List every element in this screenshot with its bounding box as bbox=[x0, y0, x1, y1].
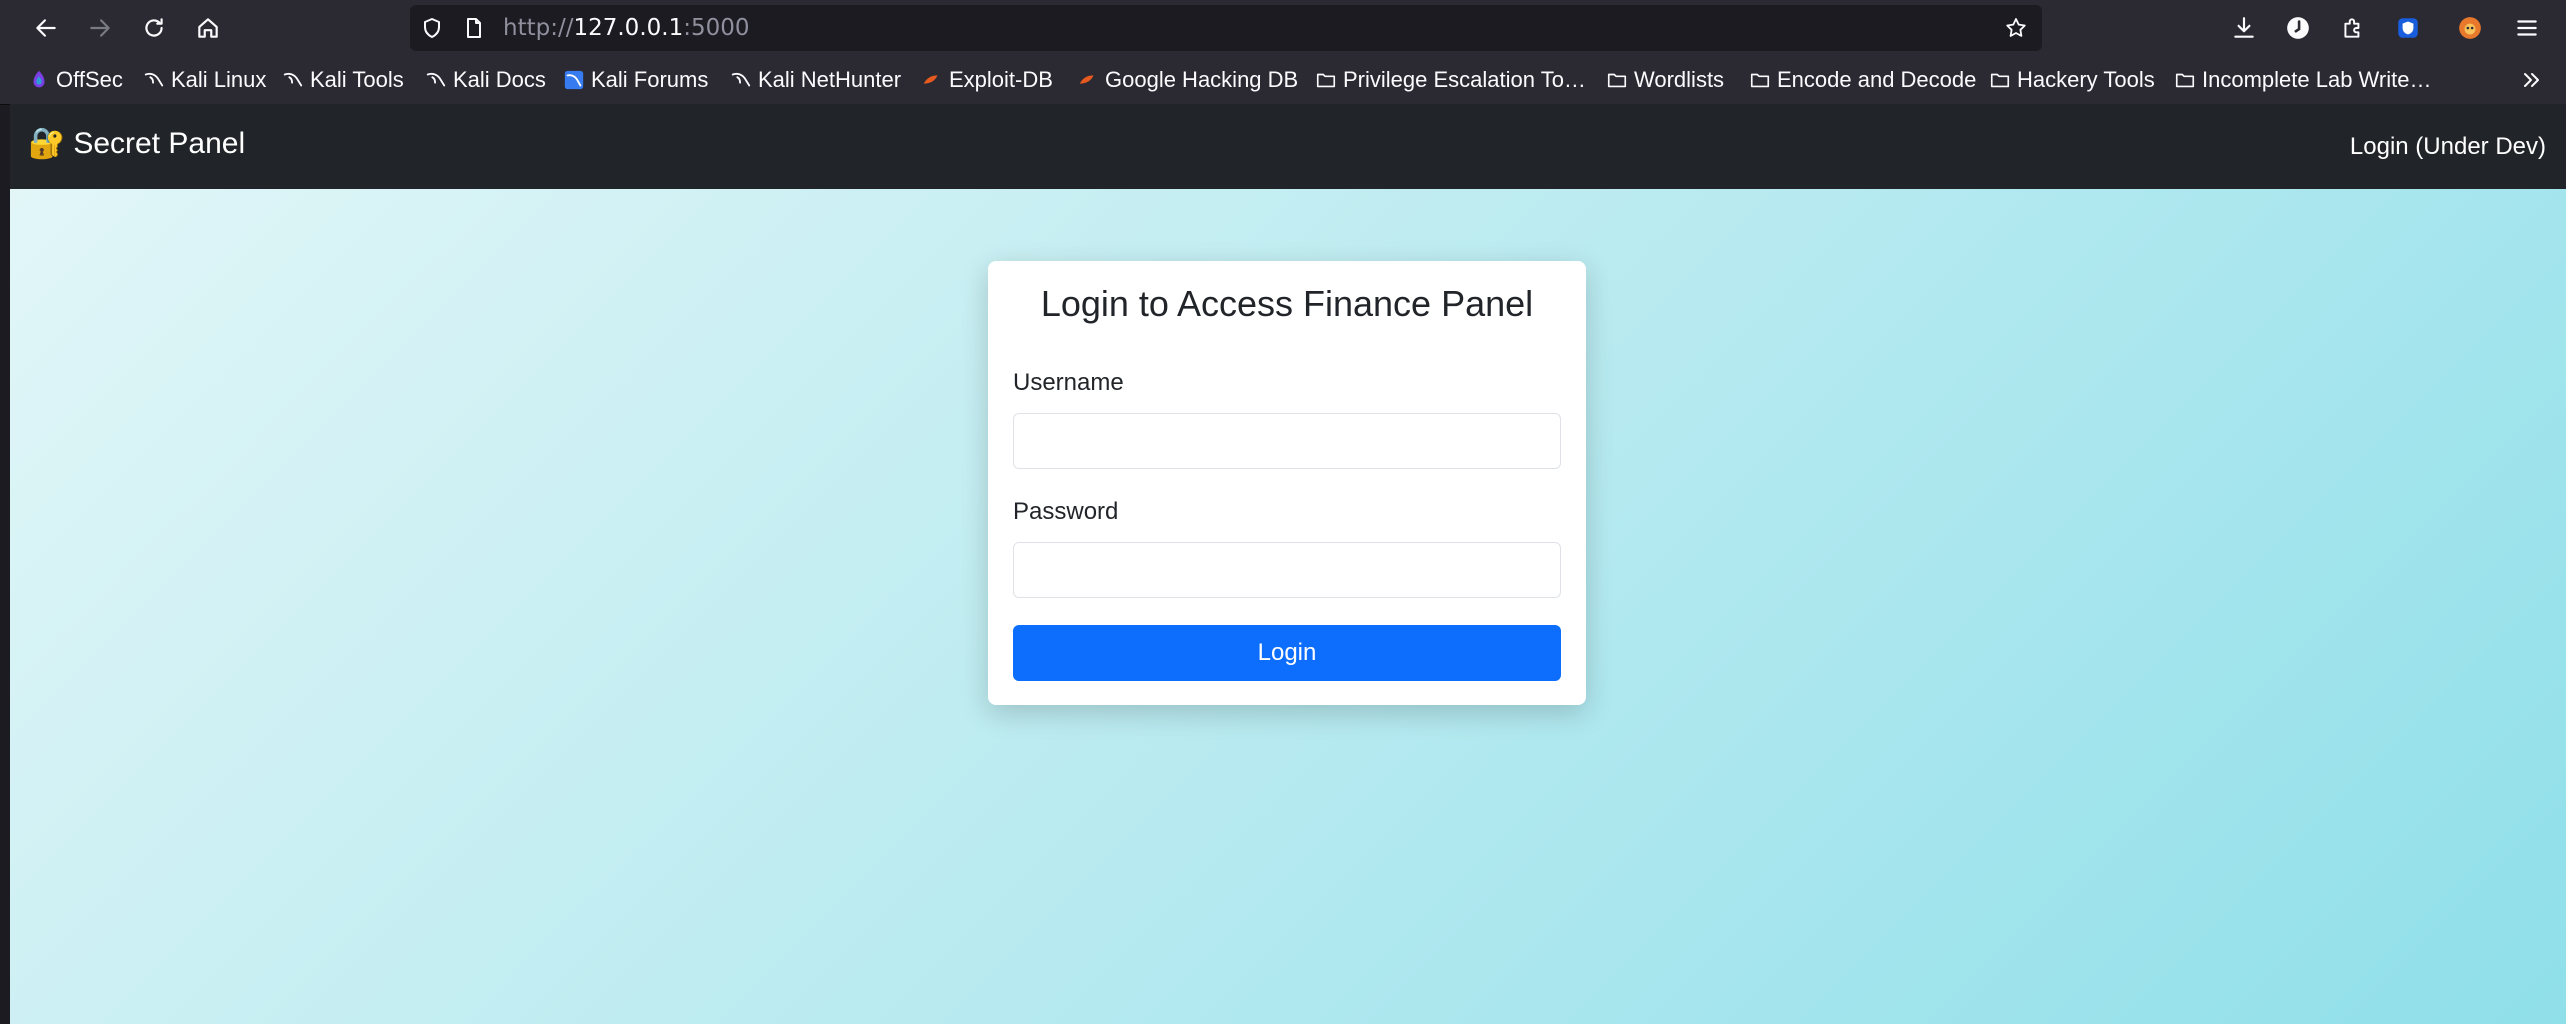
foxyproxy-button[interactable] bbox=[2455, 13, 2485, 43]
offsec-icon bbox=[28, 69, 50, 91]
page-viewport: 🔐 Secret Panel Login (Under Dev) Login t… bbox=[10, 104, 2566, 1024]
reload-button[interactable] bbox=[132, 6, 176, 50]
shield-icon[interactable] bbox=[420, 16, 444, 40]
url-bar[interactable]: http://127.0.0.1:5000 bbox=[410, 5, 2042, 51]
bookmark-privilege-escalation[interactable]: Privilege Escalation To… bbox=[1315, 66, 1586, 94]
back-button[interactable] bbox=[24, 6, 68, 50]
bookmark-label: Hackery Tools bbox=[2017, 67, 2155, 92]
page-background: Login to Access Finance Panel Username P… bbox=[10, 189, 2566, 1024]
site-navbar: 🔐 Secret Panel Login (Under Dev) bbox=[10, 104, 2566, 189]
lock-key-icon: 🔐 bbox=[28, 127, 66, 160]
puzzle-icon bbox=[2344, 18, 2360, 38]
bookmark-label: Privilege Escalation To… bbox=[1343, 67, 1586, 92]
bookmark-label: Kali Forums bbox=[591, 67, 709, 92]
exploitdb-icon bbox=[1077, 69, 1099, 91]
bookmark-kali-linux[interactable]: Kali Linux bbox=[143, 66, 266, 94]
url-port: :5000 bbox=[683, 15, 750, 41]
bookmark-google-hacking-db[interactable]: Google Hacking DB bbox=[1077, 66, 1298, 94]
bookmark-label: Google Hacking DB bbox=[1105, 67, 1299, 92]
folder-icon bbox=[1606, 69, 1628, 91]
folder-icon bbox=[2174, 69, 2196, 91]
bookmark-label: OffSec bbox=[56, 67, 123, 92]
bookmark-kali-forums[interactable]: Kali Forums bbox=[563, 66, 708, 94]
reload-icon bbox=[145, 18, 163, 37]
username-label: Username bbox=[1013, 369, 1124, 396]
arrow-right-icon bbox=[90, 19, 110, 37]
bookmark-hackery-tools[interactable]: Hackery Tools bbox=[1989, 66, 2155, 94]
kali-icon bbox=[730, 69, 752, 91]
login-card: Login to Access Finance Panel Username P… bbox=[988, 261, 1586, 705]
kali-icon bbox=[425, 69, 447, 91]
bookmark-label: Kali Tools bbox=[310, 67, 404, 92]
bookmark-offsec[interactable]: OffSec bbox=[28, 66, 123, 94]
bookmark-label: Wordlists bbox=[1634, 67, 1725, 92]
folder-icon bbox=[1749, 69, 1771, 91]
extensions-button[interactable] bbox=[2338, 13, 2368, 43]
folder-icon bbox=[1315, 69, 1337, 91]
downloads-button[interactable] bbox=[2229, 13, 2259, 43]
bookmark-label: Encode and Decode bbox=[1777, 67, 1977, 92]
kali-icon bbox=[143, 69, 165, 91]
hamburger-icon bbox=[2517, 20, 2537, 36]
url-text[interactable]: http://127.0.0.1:5000 bbox=[503, 15, 750, 41]
menu-button[interactable] bbox=[2512, 13, 2542, 43]
arrow-left-icon bbox=[36, 19, 56, 37]
bookmark-encode-decode[interactable]: Encode and Decode bbox=[1749, 66, 1976, 94]
home-icon bbox=[198, 18, 218, 38]
url-scheme: http:// bbox=[503, 15, 574, 41]
kali-icon bbox=[282, 69, 304, 91]
nav-login-link[interactable]: Login (Under Dev) bbox=[2350, 133, 2546, 161]
url-host: 127.0.0.1 bbox=[573, 15, 684, 41]
login-button[interactable]: Login bbox=[1013, 625, 1561, 681]
clock-extension-icon bbox=[2287, 17, 2309, 39]
extension-button-j[interactable] bbox=[2283, 13, 2313, 43]
bookmark-label: Kali Linux bbox=[171, 67, 267, 92]
bookmarks-toolbar: OffSec Kali Linux Kali Tools Kali Docs K… bbox=[0, 56, 2566, 105]
bookmark-kali-nethunter[interactable]: Kali NetHunter bbox=[730, 66, 901, 94]
navbar-brand[interactable]: 🔐 Secret Panel bbox=[28, 126, 245, 161]
password-label: Password bbox=[1013, 498, 1119, 525]
bookmark-label: Incomplete Lab Write… bbox=[2202, 67, 2432, 92]
username-input[interactable] bbox=[1013, 413, 1561, 469]
shield-extension-icon bbox=[2398, 18, 2418, 38]
login-title: Login to Access Finance Panel bbox=[1040, 283, 1534, 324]
double-chevron-right-icon bbox=[2524, 73, 2539, 87]
brand-text: Secret Panel bbox=[73, 126, 246, 160]
browser-toolbar: http://127.0.0.1:5000 bbox=[0, 0, 2566, 56]
folder-icon bbox=[1989, 69, 2011, 91]
home-button[interactable] bbox=[186, 6, 230, 50]
bookmark-kali-tools[interactable]: Kali Tools bbox=[282, 66, 404, 94]
bookmark-kali-docs[interactable]: Kali Docs bbox=[425, 66, 546, 94]
star-icon[interactable] bbox=[2004, 16, 2028, 40]
bitwarden-button[interactable] bbox=[2393, 13, 2423, 43]
forward-button[interactable] bbox=[78, 6, 122, 50]
bookmark-label: Kali Docs bbox=[453, 67, 546, 92]
exploitdb-icon bbox=[921, 69, 943, 91]
page-icon[interactable] bbox=[462, 16, 486, 40]
fox-extension-icon bbox=[2459, 17, 2481, 39]
password-input[interactable] bbox=[1013, 542, 1561, 598]
bookmark-wordlists[interactable]: Wordlists bbox=[1606, 66, 1724, 94]
bookmark-label: Exploit-DB bbox=[949, 67, 1053, 92]
download-icon bbox=[2234, 17, 2254, 38]
bookmarks-overflow-button[interactable] bbox=[2520, 66, 2544, 94]
kali-forums-icon bbox=[563, 69, 585, 91]
bookmark-exploit-db[interactable]: Exploit-DB bbox=[921, 66, 1053, 94]
bookmark-incomplete-lab[interactable]: Incomplete Lab Write… bbox=[2174, 66, 2431, 94]
bookmark-label: Kali NetHunter bbox=[758, 67, 902, 92]
